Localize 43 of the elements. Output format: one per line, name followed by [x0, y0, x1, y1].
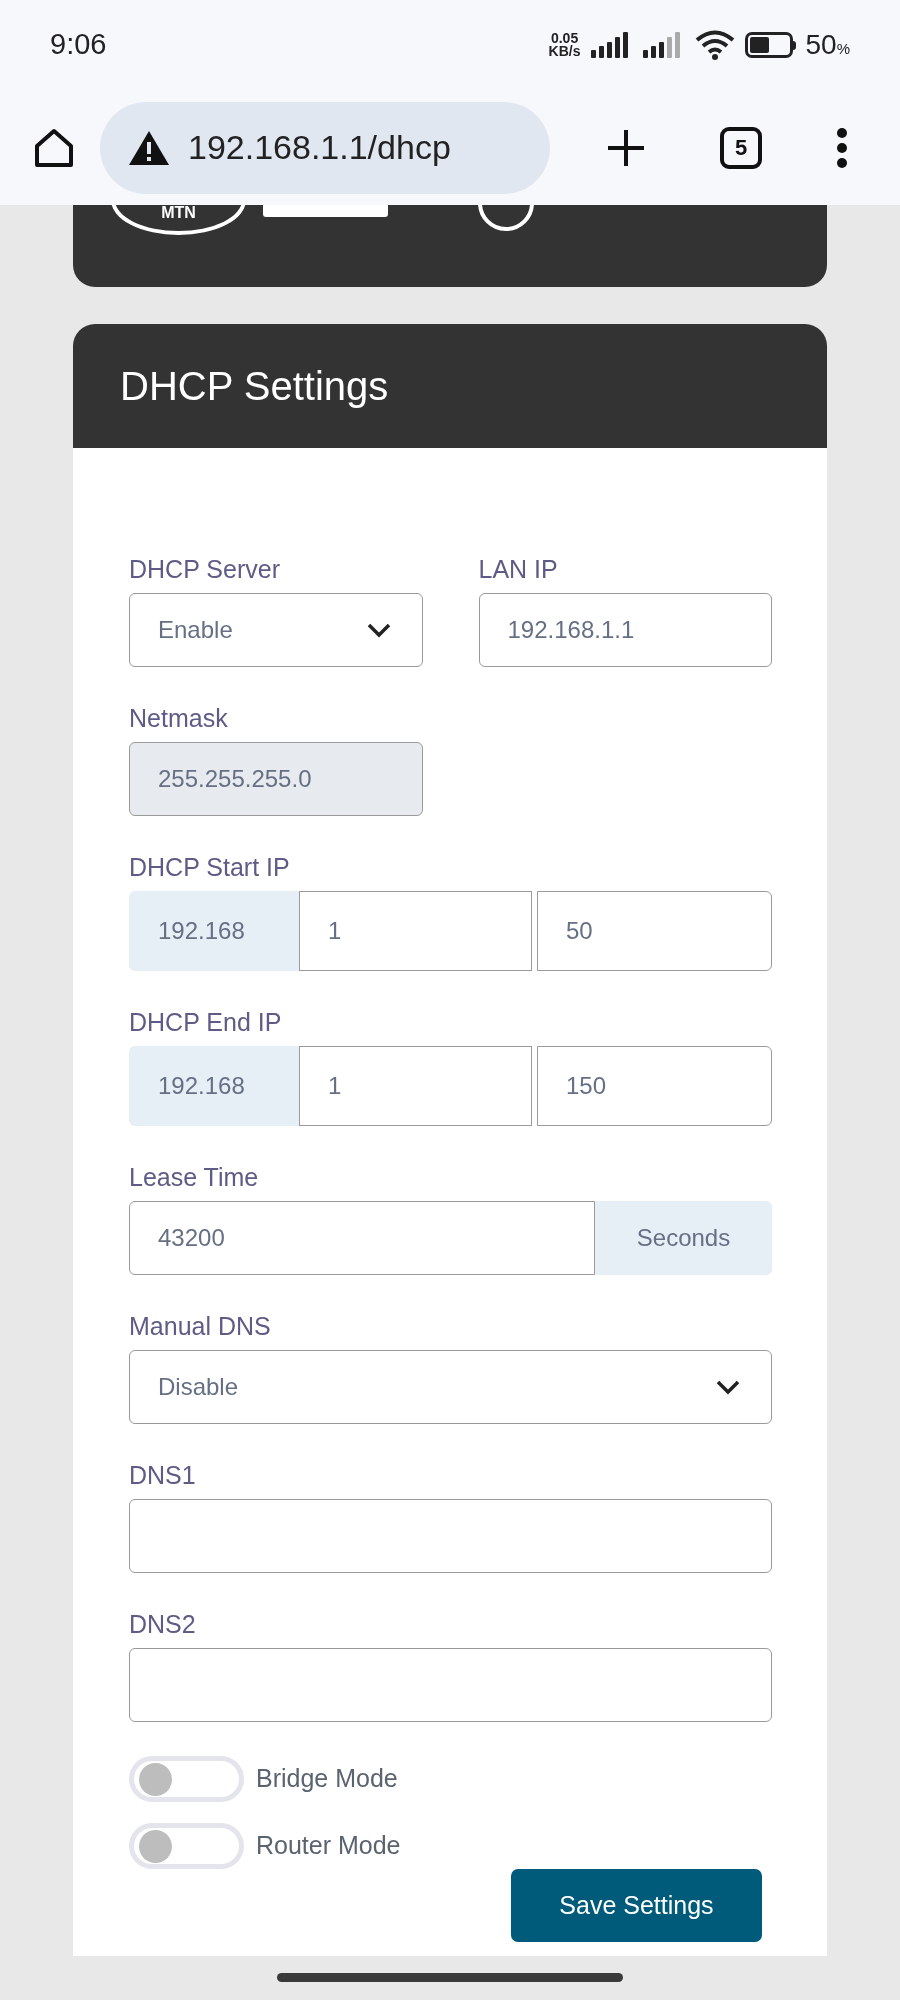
address-bar[interactable]: 192.168.1.1/dhcp [100, 101, 550, 194]
field-label: DNS2 [129, 1610, 197, 1638]
input-field[interactable]: 50 [537, 891, 772, 971]
plus-icon[interactable] [606, 127, 646, 168]
readonly-field[interactable]: 255.255.255.0 [129, 742, 423, 816]
toggle-switch[interactable] [129, 1823, 244, 1869]
url-text: 192.168.1.1/dhcp [188, 127, 451, 168]
ip-prefix: 192.168 [129, 1046, 299, 1126]
field-label: DNS1 [129, 1461, 197, 1489]
warning-icon [128, 129, 170, 166]
network-speed: 0.05 KB/s [548, 32, 581, 58]
toggle-label: Bridge Mode [256, 1763, 398, 1795]
input-field[interactable]: 150 [537, 1046, 772, 1126]
tab-count-button[interactable]: 5 [720, 126, 762, 169]
save-button[interactable]: Save Settings [511, 1869, 762, 1942]
input-field[interactable]: 1 [299, 1046, 532, 1126]
field-label: DHCP Start IP [129, 853, 291, 881]
input-field[interactable] [129, 1648, 772, 1722]
wifi-icon [694, 30, 735, 60]
chevron-down-icon [365, 622, 392, 638]
input-field[interactable]: 43200 [129, 1201, 595, 1275]
battery-icon [744, 32, 796, 58]
toggle-label: Router Mode [256, 1830, 401, 1862]
field-label: Lease Time [129, 1163, 260, 1191]
input-addon: Seconds [595, 1201, 772, 1275]
field-label: Netmask [129, 704, 229, 732]
input-field[interactable]: 1 [299, 891, 532, 971]
clock-time: 9:06 [50, 27, 107, 63]
dropdown[interactable]: Enable [129, 593, 423, 667]
field-label: LAN IP [478, 555, 559, 583]
logo-badge: MTN [111, 205, 246, 235]
dropdown[interactable]: Disable [129, 1350, 772, 1424]
chevron-down-icon [715, 1379, 741, 1395]
field-label: Manual DNS [129, 1312, 272, 1340]
more-menu-icon[interactable] [836, 127, 848, 168]
toggle-switch[interactable] [129, 1756, 244, 1802]
field-label: DHCP Server [129, 555, 281, 583]
input-field[interactable]: 192.168.1.1 [478, 593, 772, 667]
battery-percent: 50% [805, 28, 850, 62]
card-title: DHCP Settings [120, 363, 389, 410]
ip-prefix: 192.168 [129, 891, 299, 971]
input-field[interactable] [129, 1499, 772, 1573]
field-label: DHCP End IP [129, 1008, 283, 1036]
